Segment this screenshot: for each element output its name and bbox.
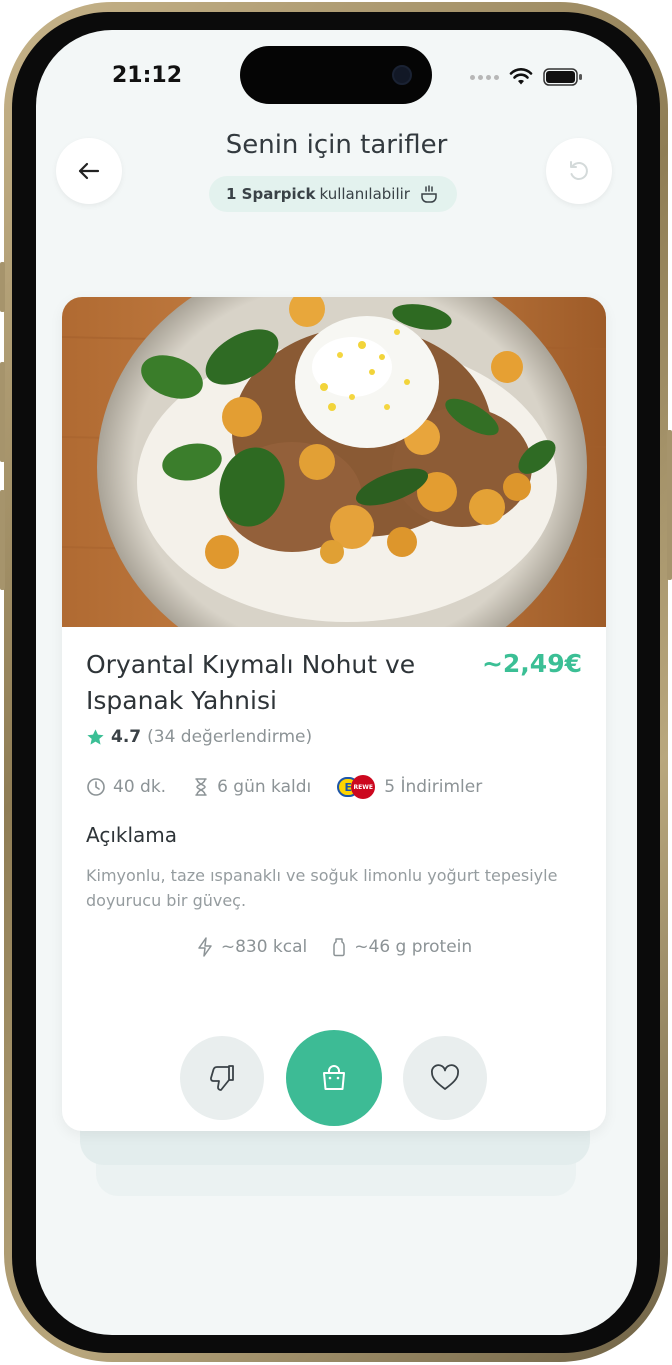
hourglass-icon	[195, 778, 207, 796]
side-button-left-3	[0, 490, 5, 590]
recipe-price: ~2,49€	[481, 649, 582, 678]
days-left-label: 6 gün kaldı	[217, 777, 312, 797]
lightning-icon	[198, 937, 212, 957]
status-icons	[470, 68, 583, 86]
rewe-logo: REWE	[351, 775, 376, 799]
recipe-title: Oryantal Kıymalı Nohut ve Ispanak Yahnis…	[86, 650, 416, 715]
battery-icon	[543, 68, 582, 86]
calories-label: ~830 kcal	[220, 937, 308, 957]
status-time: 21:12	[112, 63, 183, 88]
nutrition-info: ~830 kcal ~46 g protein	[62, 937, 606, 957]
recipe-image	[62, 297, 606, 627]
star-icon	[87, 728, 104, 745]
recipe-card[interactable]: Oryantal Kıymalı Nohut ve Ispanak Yahnis…	[62, 297, 606, 1131]
recipe-meta: 40 dk. 6 gün kaldı E REWE 5 İndirimler	[86, 775, 508, 799]
camera-icon	[392, 65, 412, 85]
sparpick-label: kullanılabilir	[319, 185, 410, 203]
refresh-button[interactable]	[546, 138, 612, 204]
arrow-left-icon	[78, 162, 100, 180]
side-button-left-1	[0, 262, 5, 312]
refresh-icon	[570, 161, 588, 180]
days-left: 6 gün kaldı	[192, 777, 311, 797]
page-title: Senin için tarifler	[225, 130, 448, 160]
side-button-left-2	[0, 362, 5, 462]
discounts-label: 5 İndirimler	[384, 777, 483, 797]
duration: 40 dk.	[86, 777, 166, 797]
heart-icon	[431, 1064, 459, 1090]
signal-icon	[470, 74, 499, 80]
side-button-right	[667, 430, 672, 580]
dynamic-island	[240, 46, 432, 104]
wifi-icon	[509, 68, 533, 85]
dislike-button[interactable]	[180, 1036, 264, 1120]
shopping-bag-icon	[323, 1065, 345, 1090]
duration-label: 40 dk.	[113, 777, 167, 797]
rating-count: (34 değerlendirme)	[147, 727, 313, 747]
rating: 4.7 (34 değerlendirme)	[86, 727, 312, 747]
rating-value: 4.7	[111, 727, 142, 747]
add-to-cart-button[interactable]	[286, 1030, 382, 1126]
protein-label: ~46 g protein	[354, 937, 473, 957]
thumbs-down-icon	[210, 1065, 234, 1091]
store-logos: E REWE	[337, 775, 377, 799]
clock-icon	[87, 778, 105, 796]
discounts: E REWE 5 İndirimler	[337, 775, 482, 799]
description-heading: Açıklama	[86, 823, 178, 847]
like-button[interactable]	[403, 1036, 487, 1120]
calories: ~830 kcal	[196, 937, 307, 957]
sparpick-badge: 1 Sparpick kullanılabilir	[209, 176, 457, 212]
app-screen: 21:12 Senin için tarifler 1 Sparpick kul…	[36, 30, 637, 1335]
description-text: Kimyonlu, taze ıspanaklı ve soğuk limonl…	[86, 866, 558, 910]
sparpick-count: 1 Sparpick	[226, 185, 316, 203]
protein: ~46 g protein	[331, 937, 472, 957]
bottle-icon	[333, 938, 346, 957]
cooking-pot-icon	[421, 185, 437, 203]
